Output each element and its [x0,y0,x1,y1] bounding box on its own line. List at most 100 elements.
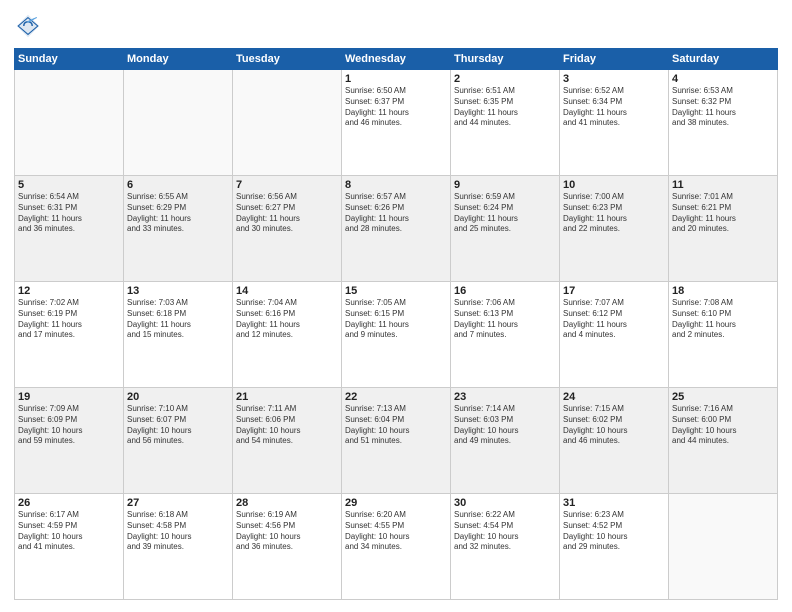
day-info: Sunrise: 7:16 AM Sunset: 6:00 PM Dayligh… [672,404,774,447]
day-info: Sunrise: 7:04 AM Sunset: 6:16 PM Dayligh… [236,298,338,341]
header-row: SundayMondayTuesdayWednesdayThursdayFrid… [15,49,778,70]
day-info: Sunrise: 6:20 AM Sunset: 4:55 PM Dayligh… [345,510,447,553]
day-info: Sunrise: 6:52 AM Sunset: 6:34 PM Dayligh… [563,86,665,129]
day-number: 27 [127,497,229,509]
day-info: Sunrise: 7:10 AM Sunset: 6:07 PM Dayligh… [127,404,229,447]
day-number: 5 [18,179,120,191]
day-number: 19 [18,391,120,403]
day-info: Sunrise: 7:00 AM Sunset: 6:23 PM Dayligh… [563,192,665,235]
day-cell [15,70,124,176]
day-number: 7 [236,179,338,191]
day-number: 17 [563,285,665,297]
day-number: 31 [563,497,665,509]
day-number: 2 [454,73,556,85]
day-cell: 21Sunrise: 7:11 AM Sunset: 6:06 PM Dayli… [233,388,342,494]
day-cell: 24Sunrise: 7:15 AM Sunset: 6:02 PM Dayli… [560,388,669,494]
page: SundayMondayTuesdayWednesdayThursdayFrid… [0,0,792,612]
day-info: Sunrise: 6:59 AM Sunset: 6:24 PM Dayligh… [454,192,556,235]
day-info: Sunrise: 7:14 AM Sunset: 6:03 PM Dayligh… [454,404,556,447]
day-number: 9 [454,179,556,191]
day-cell: 7Sunrise: 6:56 AM Sunset: 6:27 PM Daylig… [233,176,342,282]
day-cell: 22Sunrise: 7:13 AM Sunset: 6:04 PM Dayli… [342,388,451,494]
day-cell: 10Sunrise: 7:00 AM Sunset: 6:23 PM Dayli… [560,176,669,282]
weekday-header-monday: Monday [124,49,233,70]
week-row-1: 1Sunrise: 6:50 AM Sunset: 6:37 PM Daylig… [15,70,778,176]
day-info: Sunrise: 6:23 AM Sunset: 4:52 PM Dayligh… [563,510,665,553]
day-info: Sunrise: 7:06 AM Sunset: 6:13 PM Dayligh… [454,298,556,341]
day-info: Sunrise: 6:50 AM Sunset: 6:37 PM Dayligh… [345,86,447,129]
day-info: Sunrise: 6:17 AM Sunset: 4:59 PM Dayligh… [18,510,120,553]
weekday-header-sunday: Sunday [15,49,124,70]
day-cell: 13Sunrise: 7:03 AM Sunset: 6:18 PM Dayli… [124,282,233,388]
week-row-4: 19Sunrise: 7:09 AM Sunset: 6:09 PM Dayli… [15,388,778,494]
day-info: Sunrise: 6:51 AM Sunset: 6:35 PM Dayligh… [454,86,556,129]
day-info: Sunrise: 6:54 AM Sunset: 6:31 PM Dayligh… [18,192,120,235]
day-cell: 26Sunrise: 6:17 AM Sunset: 4:59 PM Dayli… [15,494,124,600]
week-row-5: 26Sunrise: 6:17 AM Sunset: 4:59 PM Dayli… [15,494,778,600]
day-info: Sunrise: 7:08 AM Sunset: 6:10 PM Dayligh… [672,298,774,341]
day-info: Sunrise: 6:57 AM Sunset: 6:26 PM Dayligh… [345,192,447,235]
day-number: 20 [127,391,229,403]
day-cell: 29Sunrise: 6:20 AM Sunset: 4:55 PM Dayli… [342,494,451,600]
day-cell: 4Sunrise: 6:53 AM Sunset: 6:32 PM Daylig… [669,70,778,176]
day-number: 28 [236,497,338,509]
header [14,12,778,40]
logo [14,12,46,40]
day-cell: 23Sunrise: 7:14 AM Sunset: 6:03 PM Dayli… [451,388,560,494]
day-cell: 15Sunrise: 7:05 AM Sunset: 6:15 PM Dayli… [342,282,451,388]
day-cell: 14Sunrise: 7:04 AM Sunset: 6:16 PM Dayli… [233,282,342,388]
day-info: Sunrise: 7:13 AM Sunset: 6:04 PM Dayligh… [345,404,447,447]
day-info: Sunrise: 6:22 AM Sunset: 4:54 PM Dayligh… [454,510,556,553]
day-info: Sunrise: 6:56 AM Sunset: 6:27 PM Dayligh… [236,192,338,235]
day-number: 24 [563,391,665,403]
day-info: Sunrise: 7:05 AM Sunset: 6:15 PM Dayligh… [345,298,447,341]
day-cell: 20Sunrise: 7:10 AM Sunset: 6:07 PM Dayli… [124,388,233,494]
day-cell: 5Sunrise: 6:54 AM Sunset: 6:31 PM Daylig… [15,176,124,282]
day-cell: 28Sunrise: 6:19 AM Sunset: 4:56 PM Dayli… [233,494,342,600]
weekday-header-friday: Friday [560,49,669,70]
day-cell: 19Sunrise: 7:09 AM Sunset: 6:09 PM Dayli… [15,388,124,494]
day-number: 15 [345,285,447,297]
day-cell [233,70,342,176]
day-number: 8 [345,179,447,191]
day-number: 1 [345,73,447,85]
day-info: Sunrise: 7:01 AM Sunset: 6:21 PM Dayligh… [672,192,774,235]
day-info: Sunrise: 7:02 AM Sunset: 6:19 PM Dayligh… [18,298,120,341]
weekday-header-thursday: Thursday [451,49,560,70]
day-info: Sunrise: 7:11 AM Sunset: 6:06 PM Dayligh… [236,404,338,447]
day-cell: 6Sunrise: 6:55 AM Sunset: 6:29 PM Daylig… [124,176,233,282]
day-cell: 2Sunrise: 6:51 AM Sunset: 6:35 PM Daylig… [451,70,560,176]
day-info: Sunrise: 6:53 AM Sunset: 6:32 PM Dayligh… [672,86,774,129]
day-number: 23 [454,391,556,403]
day-cell: 1Sunrise: 6:50 AM Sunset: 6:37 PM Daylig… [342,70,451,176]
day-number: 12 [18,285,120,297]
day-number: 18 [672,285,774,297]
day-cell: 16Sunrise: 7:06 AM Sunset: 6:13 PM Dayli… [451,282,560,388]
day-cell: 30Sunrise: 6:22 AM Sunset: 4:54 PM Dayli… [451,494,560,600]
day-info: Sunrise: 6:55 AM Sunset: 6:29 PM Dayligh… [127,192,229,235]
weekday-header-tuesday: Tuesday [233,49,342,70]
day-cell: 8Sunrise: 6:57 AM Sunset: 6:26 PM Daylig… [342,176,451,282]
weekday-header-wednesday: Wednesday [342,49,451,70]
day-cell: 3Sunrise: 6:52 AM Sunset: 6:34 PM Daylig… [560,70,669,176]
day-cell: 11Sunrise: 7:01 AM Sunset: 6:21 PM Dayli… [669,176,778,282]
day-cell: 9Sunrise: 6:59 AM Sunset: 6:24 PM Daylig… [451,176,560,282]
day-info: Sunrise: 7:03 AM Sunset: 6:18 PM Dayligh… [127,298,229,341]
logo-icon [14,12,42,40]
day-info: Sunrise: 7:15 AM Sunset: 6:02 PM Dayligh… [563,404,665,447]
day-cell: 17Sunrise: 7:07 AM Sunset: 6:12 PM Dayli… [560,282,669,388]
day-info: Sunrise: 6:18 AM Sunset: 4:58 PM Dayligh… [127,510,229,553]
day-number: 3 [563,73,665,85]
day-cell: 27Sunrise: 6:18 AM Sunset: 4:58 PM Dayli… [124,494,233,600]
day-info: Sunrise: 7:07 AM Sunset: 6:12 PM Dayligh… [563,298,665,341]
day-number: 11 [672,179,774,191]
day-number: 14 [236,285,338,297]
day-cell: 31Sunrise: 6:23 AM Sunset: 4:52 PM Dayli… [560,494,669,600]
day-number: 4 [672,73,774,85]
day-number: 21 [236,391,338,403]
day-number: 6 [127,179,229,191]
day-number: 30 [454,497,556,509]
weekday-header-saturday: Saturday [669,49,778,70]
day-number: 16 [454,285,556,297]
calendar-table: SundayMondayTuesdayWednesdayThursdayFrid… [14,48,778,600]
